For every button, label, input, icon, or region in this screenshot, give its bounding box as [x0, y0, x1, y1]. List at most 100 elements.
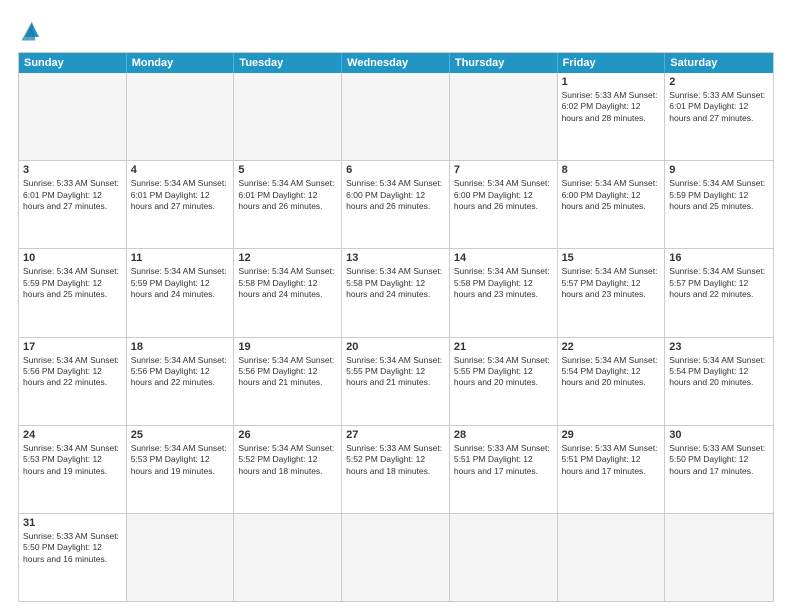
day-info: Sunrise: 5:33 AM Sunset: 5:50 PM Dayligh… — [23, 531, 122, 565]
day-info: Sunrise: 5:33 AM Sunset: 6:02 PM Dayligh… — [562, 90, 661, 124]
calendar-cell: 26Sunrise: 5:34 AM Sunset: 5:52 PM Dayli… — [234, 426, 342, 513]
day-number: 9 — [669, 164, 769, 176]
header — [18, 16, 774, 44]
calendar-cell: 12Sunrise: 5:34 AM Sunset: 5:58 PM Dayli… — [234, 249, 342, 336]
day-info: Sunrise: 5:34 AM Sunset: 6:00 PM Dayligh… — [346, 178, 445, 212]
day-number: 8 — [562, 164, 661, 176]
calendar-cell: 18Sunrise: 5:34 AM Sunset: 5:56 PM Dayli… — [127, 338, 235, 425]
calendar-cell: 17Sunrise: 5:34 AM Sunset: 5:56 PM Dayli… — [19, 338, 127, 425]
calendar-cell: 13 Sunrise: 5:34 AM Sunset: 5:58 PM Dayli… — [342, 249, 450, 336]
calendar-cell: 16Sunrise: 5:34 AM Sunset: 5:57 PM Dayli… — [665, 249, 773, 336]
calendar-cell — [19, 73, 127, 160]
calendar-cell: 20 Sunrise: 5:34 AM Sunset: 5:55 PM Dayli… — [342, 338, 450, 425]
calendar-cell: 22 Sunrise: 5:34 AM Sunset: 5:54 PM Dayli… — [558, 338, 666, 425]
day-info: Sunrise: 5:34 AM Sunset: 6:00 PM Dayligh… — [562, 178, 661, 212]
calendar-cell — [450, 73, 558, 160]
day-number: 2 — [669, 76, 769, 88]
day-info: Sunrise: 5:34 AM Sunset: 5:59 PM Dayligh… — [131, 266, 230, 300]
day-info: Sunrise: 5:34 AM Sunset: 5:56 PM Dayligh… — [238, 355, 337, 389]
day-info: Sunrise: 5:33 AM Sunset: 5:51 PM Dayligh… — [562, 443, 661, 477]
calendar-cell — [234, 514, 342, 601]
calendar-cell: 1 Sunrise: 5:33 AM Sunset: 6:02 PM Daylig… — [558, 73, 666, 160]
calendar: SundayMondayTuesdayWednesdayThursdayFrid… — [18, 52, 774, 602]
day-info: Sunrise: 5:33 AM Sunset: 5:52 PM Dayligh… — [346, 443, 445, 477]
calendar-cell: 25 Sunrise: 5:34 AM Sunset: 5:53 PM Dayli… — [127, 426, 235, 513]
calendar-row-0: 1 Sunrise: 5:33 AM Sunset: 6:02 PM Daylig… — [19, 73, 773, 160]
day-number: 5 — [238, 164, 337, 176]
calendar-row-5: 31Sunrise: 5:33 AM Sunset: 5:50 PM Dayli… — [19, 513, 773, 601]
calendar-row-3: 17 Sunrise: 5:34 AM Sunset: 5:56 PM Dayli… — [19, 337, 773, 425]
day-number: 17 — [23, 341, 122, 353]
day-number: 4 — [131, 164, 230, 176]
calendar-row-4: 24 Sunrise: 5:34 AM Sunset: 5:53 PM Dayli… — [19, 425, 773, 513]
day-number: 6 — [346, 164, 445, 176]
day-number: 12 — [238, 252, 337, 264]
calendar-cell — [342, 514, 450, 601]
calendar-cell — [450, 514, 558, 601]
day-number: 11 — [131, 252, 230, 264]
day-number: 3 — [23, 164, 122, 176]
calendar-cell: 10Sunrise: 5:34 AM Sunset: 5:59 PM Dayli… — [19, 249, 127, 336]
calendar-body: 1 Sunrise: 5:33 AM Sunset: 6:02 PM Daylig… — [19, 73, 773, 601]
day-info: Sunrise: 5:34 AM Sunset: 5:54 PM Dayligh… — [669, 355, 769, 389]
day-info: Sunrise: 5:34 AM Sunset: 5:55 PM Dayligh… — [346, 355, 445, 389]
calendar-cell: 5 Sunrise: 5:34 AM Sunset: 6:01 PM Daylig… — [234, 161, 342, 248]
calendar-row-1: 3Sunrise: 5:33 AM Sunset: 6:01 PM Daylig… — [19, 160, 773, 248]
day-number: 15 — [562, 252, 661, 264]
calendar-cell: 2 Sunrise: 5:33 AM Sunset: 6:01 PM Daylig… — [665, 73, 773, 160]
calendar-cell — [127, 514, 235, 601]
day-number: 19 — [238, 341, 337, 353]
header-day-sunday: Sunday — [19, 53, 127, 73]
calendar-cell: 21 Sunrise: 5:34 AM Sunset: 5:55 PM Dayli… — [450, 338, 558, 425]
calendar-cell: 24 Sunrise: 5:34 AM Sunset: 5:53 PM Dayli… — [19, 426, 127, 513]
day-info: Sunrise: 5:34 AM Sunset: 5:53 PM Dayligh… — [23, 443, 122, 477]
page: SundayMondayTuesdayWednesdayThursdayFrid… — [0, 0, 792, 612]
day-number: 24 — [23, 429, 122, 441]
calendar-cell: 19 Sunrise: 5:34 AM Sunset: 5:56 PM Dayli… — [234, 338, 342, 425]
day-number: 22 — [562, 341, 661, 353]
day-number: 30 — [669, 429, 769, 441]
calendar-cell: 30 Sunrise: 5:33 AM Sunset: 5:50 PM Dayli… — [665, 426, 773, 513]
header-day-friday: Friday — [558, 53, 666, 73]
calendar-cell — [127, 73, 235, 160]
header-day-saturday: Saturday — [665, 53, 773, 73]
calendar-cell — [558, 514, 666, 601]
calendar-cell: 6 Sunrise: 5:34 AM Sunset: 6:00 PM Daylig… — [342, 161, 450, 248]
day-number: 23 — [669, 341, 769, 353]
day-info: Sunrise: 5:34 AM Sunset: 5:55 PM Dayligh… — [454, 355, 553, 389]
calendar-cell — [234, 73, 342, 160]
calendar-cell: 31Sunrise: 5:33 AM Sunset: 5:50 PM Dayli… — [19, 514, 127, 601]
calendar-cell: 4Sunrise: 5:34 AM Sunset: 6:01 PM Daylig… — [127, 161, 235, 248]
day-number: 21 — [454, 341, 553, 353]
calendar-header: SundayMondayTuesdayWednesdayThursdayFrid… — [19, 53, 773, 73]
header-day-thursday: Thursday — [450, 53, 558, 73]
calendar-cell: 3Sunrise: 5:33 AM Sunset: 6:01 PM Daylig… — [19, 161, 127, 248]
day-number: 29 — [562, 429, 661, 441]
day-info: Sunrise: 5:34 AM Sunset: 5:58 PM Dayligh… — [346, 266, 445, 300]
calendar-cell: 23 Sunrise: 5:34 AM Sunset: 5:54 PM Dayli… — [665, 338, 773, 425]
day-info: Sunrise: 5:34 AM Sunset: 5:57 PM Dayligh… — [562, 266, 661, 300]
calendar-cell — [665, 514, 773, 601]
header-day-wednesday: Wednesday — [342, 53, 450, 73]
day-number: 13 — [346, 252, 445, 264]
calendar-cell: 7Sunrise: 5:34 AM Sunset: 6:00 PM Daylig… — [450, 161, 558, 248]
day-info: Sunrise: 5:34 AM Sunset: 6:00 PM Dayligh… — [454, 178, 553, 212]
day-info: Sunrise: 5:33 AM Sunset: 5:51 PM Dayligh… — [454, 443, 553, 477]
day-number: 20 — [346, 341, 445, 353]
day-number: 28 — [454, 429, 553, 441]
calendar-cell: 9 Sunrise: 5:34 AM Sunset: 5:59 PM Daylig… — [665, 161, 773, 248]
day-info: Sunrise: 5:34 AM Sunset: 5:53 PM Dayligh… — [131, 443, 230, 477]
day-number: 27 — [346, 429, 445, 441]
day-number: 16 — [669, 252, 769, 264]
day-info: Sunrise: 5:34 AM Sunset: 5:54 PM Dayligh… — [562, 355, 661, 389]
logo — [18, 16, 50, 44]
day-info: Sunrise: 5:33 AM Sunset: 6:01 PM Dayligh… — [669, 90, 769, 124]
day-number: 14 — [454, 252, 553, 264]
day-number: 25 — [131, 429, 230, 441]
calendar-cell: 14Sunrise: 5:34 AM Sunset: 5:58 PM Dayli… — [450, 249, 558, 336]
day-number: 1 — [562, 76, 661, 88]
day-info: Sunrise: 5:33 AM Sunset: 5:50 PM Dayligh… — [669, 443, 769, 477]
day-info: Sunrise: 5:34 AM Sunset: 5:59 PM Dayligh… — [669, 178, 769, 212]
calendar-row-2: 10Sunrise: 5:34 AM Sunset: 5:59 PM Dayli… — [19, 248, 773, 336]
day-info: Sunrise: 5:34 AM Sunset: 6:01 PM Dayligh… — [238, 178, 337, 212]
